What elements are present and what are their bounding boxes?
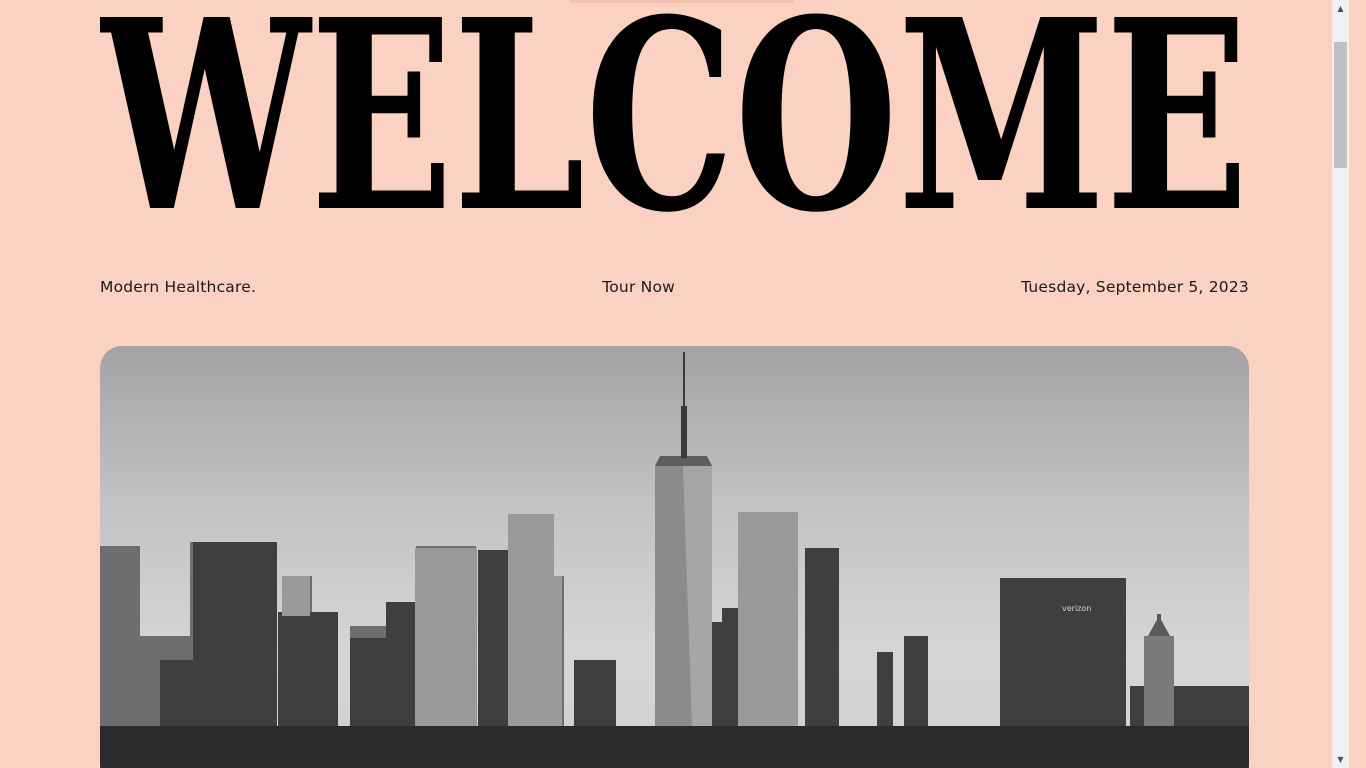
welcome-wordmark: WELCOME (100, 8, 1249, 216)
vertical-scrollbar[interactable]: ▲ ▼ (1332, 0, 1349, 768)
scroll-down-arrow-icon[interactable]: ▼ (1332, 751, 1349, 768)
tagline: Modern Healthcare. (100, 278, 257, 296)
skyline-illustration: verizon (100, 352, 1249, 768)
page: WELCOME Modern Healthcare. Tour Now Tues… (0, 0, 1349, 768)
building-sign-text: verizon (1062, 604, 1091, 613)
welcome-wordmark-text: WELCOME (100, 8, 1249, 216)
scroll-up-arrow-icon[interactable]: ▲ (1332, 0, 1349, 17)
tour-now-link[interactable]: Tour Now (602, 278, 675, 296)
scrollbar-thumb[interactable] (1334, 42, 1347, 168)
top-nub (570, 0, 794, 3)
hero-skyline-image: verizon (100, 346, 1249, 768)
meta-row: Modern Healthcare. Tour Now Tuesday, Sep… (100, 276, 1249, 298)
date-label: Tuesday, September 5, 2023 (1021, 278, 1249, 296)
